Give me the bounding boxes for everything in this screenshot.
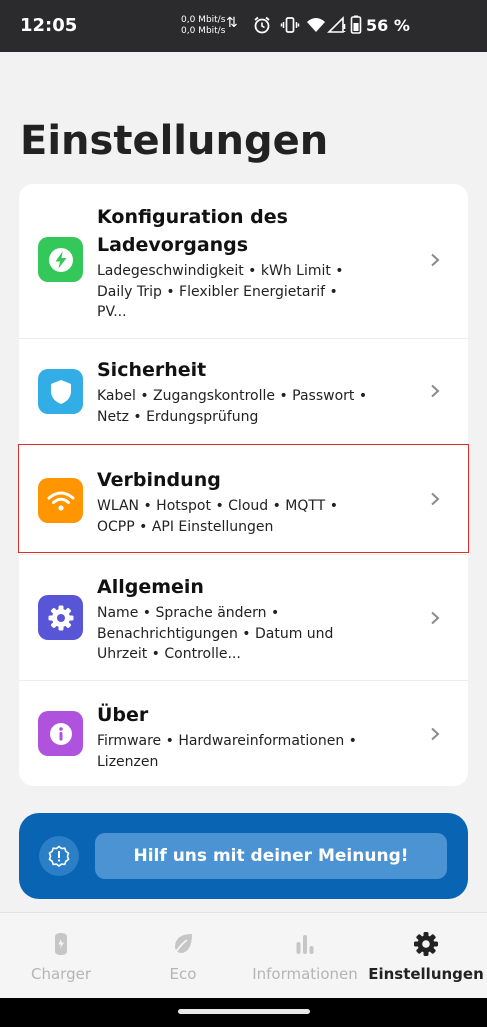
nav-tab-label: Einstellungen: [368, 965, 484, 983]
settings-item-security[interactable]: Sicherheit Kabel • Zugangskontrolle • Pa…: [19, 338, 468, 444]
nav-tab-label: Eco: [169, 965, 197, 983]
charger-icon: [55, 933, 67, 955]
nav-tab-information[interactable]: Informationen: [244, 913, 366, 999]
shield-icon: [50, 379, 71, 404]
nav-tab-eco[interactable]: Eco: [122, 913, 244, 999]
settings-item-general[interactable]: Allgemein Name • Sprache ändern • Benach…: [19, 554, 468, 680]
bar-chart-icon: [296, 935, 314, 954]
settings-item-subtitle: WLAN • Hotspot • Cloud • MQTT • OCPP • A…: [97, 498, 338, 535]
settings-item-title: Über: [97, 704, 149, 726]
vibrate-icon: [280, 17, 300, 33]
wifi-status-icon: [307, 18, 325, 32]
chevron-right-icon: [431, 384, 440, 398]
wifi-icon-tile: [38, 478, 83, 523]
data-transfer-icon: ⇅: [226, 15, 238, 31]
settings-item-title: Verbindung: [97, 469, 221, 491]
settings-item-title: Sicherheit: [97, 359, 207, 381]
info-icon: [49, 722, 72, 745]
system-navigation-bar: [0, 998, 487, 1027]
bolt-icon-tile: [38, 237, 83, 282]
feedback-banner: Hilf uns mit deiner Meinung!: [19, 813, 468, 899]
alarm-icon: [254, 16, 270, 34]
info-icon-tile: [38, 711, 83, 756]
wifi-icon: [47, 491, 74, 511]
gear-icon: [48, 605, 73, 630]
bolt-icon: [48, 247, 73, 272]
status-time: 12:05: [20, 15, 78, 36]
bottom-navigation: Charger Eco Informationen Einstellungen: [0, 912, 487, 998]
settings-item-charging-config[interactable]: Konfiguration des Ladevorgangs Ladegesch…: [19, 184, 468, 338]
feedback-button[interactable]: Hilf uns mit deiner Meinung!: [95, 833, 447, 879]
shield-icon-tile: [38, 369, 83, 414]
leaf-icon: [173, 934, 192, 956]
chevron-right-icon: [431, 727, 440, 741]
nav-tab-settings[interactable]: Einstellungen: [365, 913, 487, 999]
settings-item-subtitle: Name • Sprache ändern • Benachrichtigung…: [97, 605, 334, 662]
nav-tab-charger[interactable]: Charger: [0, 913, 122, 999]
page-title: Einstellungen: [20, 118, 329, 164]
nav-tab-label: Informationen: [252, 965, 358, 983]
settings-item-connection[interactable]: Verbindung WLAN • Hotspot • Cloud • MQTT…: [19, 444, 468, 554]
settings-list: Konfiguration des Ladevorgangs Ladegesch…: [19, 184, 468, 786]
status-bar: 12:05 0,0 Mbit/s 0,0 Mbit/s ⇅ 56 %: [0, 0, 487, 52]
gear-icon: [414, 932, 438, 956]
feedback-badge-icon: [39, 836, 79, 876]
settings-item-subtitle: Kabel • Zugangskontrolle • Passwort • Ne…: [97, 388, 368, 425]
signal-icon: [327, 16, 346, 33]
network-speed: 0,0 Mbit/s 0,0 Mbit/s: [181, 15, 226, 36]
settings-item-title: Konfiguration des Ladevorgangs: [97, 206, 288, 256]
settings-item-about[interactable]: Über Firmware • Hardwareinformationen • …: [19, 680, 468, 786]
nav-tab-label: Charger: [31, 965, 91, 983]
battery-percentage: 56 %: [366, 16, 410, 35]
gear-icon-tile: [38, 595, 83, 640]
chevron-right-icon: [431, 253, 440, 267]
battery-icon: [350, 15, 362, 34]
chevron-right-icon: [431, 492, 440, 506]
settings-item-title: Allgemein: [97, 576, 204, 598]
chevron-right-icon: [431, 611, 440, 625]
home-indicator[interactable]: [178, 1009, 310, 1014]
settings-item-subtitle: Ladegeschwindigkeit • kWh Limit • Daily …: [97, 263, 344, 320]
settings-item-subtitle: Firmware • Hardwareinformationen • Lizen…: [97, 733, 357, 770]
